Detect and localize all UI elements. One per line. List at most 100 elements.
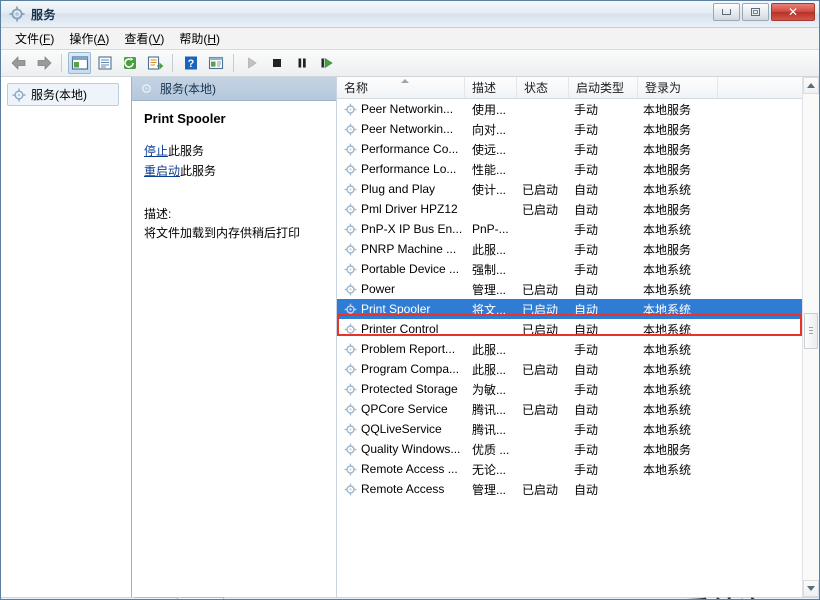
cell-startup-type: 自动 — [574, 402, 599, 417]
detail-header-label: 服务(本地) — [160, 82, 216, 96]
cell-name: Remote Access ... — [337, 462, 465, 476]
cell-name: PNRP Machine ... — [337, 242, 465, 256]
column-header-startup-type[interactable]: 启动类型 — [569, 77, 638, 98]
table-row[interactable]: Protected Storage 为敏... 手动 本地系统 — [337, 379, 802, 399]
cell-log-on-as: 本地系统 — [643, 302, 692, 317]
cell-description: 此服... — [472, 342, 507, 357]
service-name-text: Remote Access ... — [361, 462, 458, 476]
maximize-button[interactable] — [742, 3, 769, 21]
menu-action[interactable]: 操作(A) — [65, 28, 120, 49]
stop-service-link[interactable]: 停止 — [144, 144, 168, 158]
cell-startup-type: 手动 — [574, 242, 599, 257]
table-row[interactable]: Problem Report... 此服... 手动 本地系统 — [337, 339, 802, 359]
cell-log-on-as: 本地系统 — [643, 402, 692, 417]
service-name-text: Remote Access — [361, 482, 445, 496]
table-row[interactable]: QQLiveService 腾讯... 手动 本地系统 — [337, 419, 802, 439]
column-header-name[interactable]: 名称 — [337, 77, 465, 98]
table-row[interactable]: Remote Access 管理... 已启动 自动 — [337, 479, 802, 499]
cell-description: PnP-... — [472, 222, 509, 236]
back-arrow-icon[interactable] — [7, 52, 30, 74]
table-row[interactable]: Power 管理... 已启动 自动 本地系统 — [337, 279, 802, 299]
cell-startup-type: 手动 — [574, 102, 599, 117]
export-list-icon[interactable] — [143, 52, 166, 74]
service-gear-icon — [344, 283, 357, 296]
service-gear-icon — [344, 203, 357, 216]
service-gear-icon — [344, 403, 357, 416]
scrollbar-track[interactable] — [803, 94, 819, 580]
minimize-button[interactable] — [713, 3, 740, 21]
service-name-text: QPCore Service — [361, 402, 448, 416]
service-gear-icon — [344, 423, 357, 436]
cell-name: Printer Control — [337, 322, 465, 336]
menu-help[interactable]: 帮助(H) — [175, 28, 231, 49]
services-list: 名称 描述 状态 启动类型 登录为 Peer Networkin... 使用...… — [337, 77, 802, 597]
table-row[interactable]: Performance Lo... 性能... 手动 本地服务 — [337, 159, 802, 179]
column-header-status[interactable]: 状态 — [517, 77, 569, 98]
table-row[interactable]: PNRP Machine ... 此服... 手动 本地服务 — [337, 239, 802, 259]
cell-name: Portable Device ... — [337, 262, 465, 276]
restart-service-icon[interactable] — [315, 52, 338, 74]
cell-log-on-as: 本地系统 — [643, 342, 692, 357]
close-button[interactable]: ✕ — [771, 3, 815, 21]
description-label: 描述: — [144, 207, 172, 221]
show-tree-icon[interactable] — [68, 52, 91, 74]
cell-log-on-as: 本地服务 — [643, 442, 692, 457]
service-name-text: Plug and Play — [361, 182, 436, 196]
cell-startup-type: 自动 — [574, 322, 599, 337]
cell-log-on-as: 本地系统 — [643, 462, 692, 477]
toolbar-separator-3 — [233, 54, 234, 72]
table-row[interactable]: Peer Networkin... 使用... 手动 本地服务 — [337, 99, 802, 119]
column-header-description[interactable]: 描述 — [465, 77, 517, 98]
table-row[interactable]: QPCore Service 腾讯... 已启动 自动 本地系统 — [337, 399, 802, 419]
start-service-icon[interactable] — [240, 52, 263, 74]
table-row[interactable]: Plug and Play 使计... 已启动 自动 本地系统 — [337, 179, 802, 199]
forward-arrow-icon[interactable] — [32, 52, 55, 74]
vertical-scrollbar[interactable] — [802, 77, 819, 597]
help-icon[interactable]: ? — [179, 52, 202, 74]
services-rows: Peer Networkin... 使用... 手动 本地服务 Peer Network… — [337, 99, 802, 597]
table-row[interactable]: Remote Access ... 无论... 手动 本地系统 — [337, 459, 802, 479]
table-row[interactable]: PnP-X IP Bus En... PnP-... 手动 本地系统 — [337, 219, 802, 239]
cell-startup-type: 手动 — [574, 122, 599, 137]
tree-item-services-local[interactable]: 服务(本地) — [7, 83, 119, 106]
service-name-text: Performance Lo... — [361, 162, 457, 176]
service-gear-icon — [344, 303, 357, 316]
restart-service-link[interactable]: 重启动 — [144, 164, 180, 178]
cell-name: Performance Lo... — [337, 162, 465, 176]
cell-startup-type: 手动 — [574, 442, 599, 457]
menu-file[interactable]: 文件(F) — [11, 28, 65, 49]
cell-startup-type: 手动 — [574, 422, 599, 437]
list-column-headers: 名称 描述 状态 启动类型 登录为 — [337, 77, 802, 99]
cell-startup-type: 自动 — [574, 302, 599, 317]
refresh-icon[interactable] — [118, 52, 141, 74]
detail-pane-body: Print Spooler 停止此服务 重启动此服务 描述: 将文件加载到内存供… — [132, 101, 336, 241]
toolbar-separator — [61, 54, 62, 72]
table-row[interactable]: Pml Driver HPZ12 已启动 自动 本地服务 — [337, 199, 802, 219]
stop-service-icon[interactable] — [265, 52, 288, 74]
table-row[interactable]: Peer Networkin... 向对... 手动 本地服务 — [337, 119, 802, 139]
cell-description: 优质 ... — [472, 442, 510, 457]
cell-status: 已启动 — [522, 482, 559, 497]
cell-name: Power — [337, 282, 465, 296]
menu-view[interactable]: 查看(V) — [120, 28, 175, 49]
table-row[interactable]: Quality Windows... 优质 ... 手动 本地服务 — [337, 439, 802, 459]
table-row[interactable]: Performance Co... 使远... 手动 本地服务 — [337, 139, 802, 159]
service-gear-icon — [344, 343, 357, 356]
tree-item-label: 服务(本地) — [31, 88, 87, 102]
cell-startup-type: 自动 — [574, 282, 599, 297]
new-window-icon[interactable] — [204, 52, 227, 74]
properties-icon[interactable] — [93, 52, 116, 74]
table-row[interactable]: Portable Device ... 强制... 手动 本地系统 — [337, 259, 802, 279]
column-header-log-on-as[interactable]: 登录为 — [638, 77, 718, 98]
table-row[interactable]: Program Compa... 此服... 已启动 自动 本地系统 — [337, 359, 802, 379]
table-row-selected[interactable]: Print Spooler 将文... 已启动 自动 本地系统 — [337, 299, 802, 319]
cell-startup-type: 自动 — [574, 182, 599, 197]
scrollbar-thumb[interactable] — [804, 313, 818, 349]
cell-name: PnP-X IP Bus En... — [337, 222, 465, 236]
cell-description: 此服... — [472, 362, 507, 377]
services-circle-icon — [140, 82, 153, 95]
cell-startup-type: 自动 — [574, 202, 599, 217]
scroll-up-button[interactable] — [803, 77, 819, 94]
table-row[interactable]: Printer Control 已启动 自动 本地系统 — [337, 319, 802, 339]
pause-service-icon[interactable] — [290, 52, 313, 74]
